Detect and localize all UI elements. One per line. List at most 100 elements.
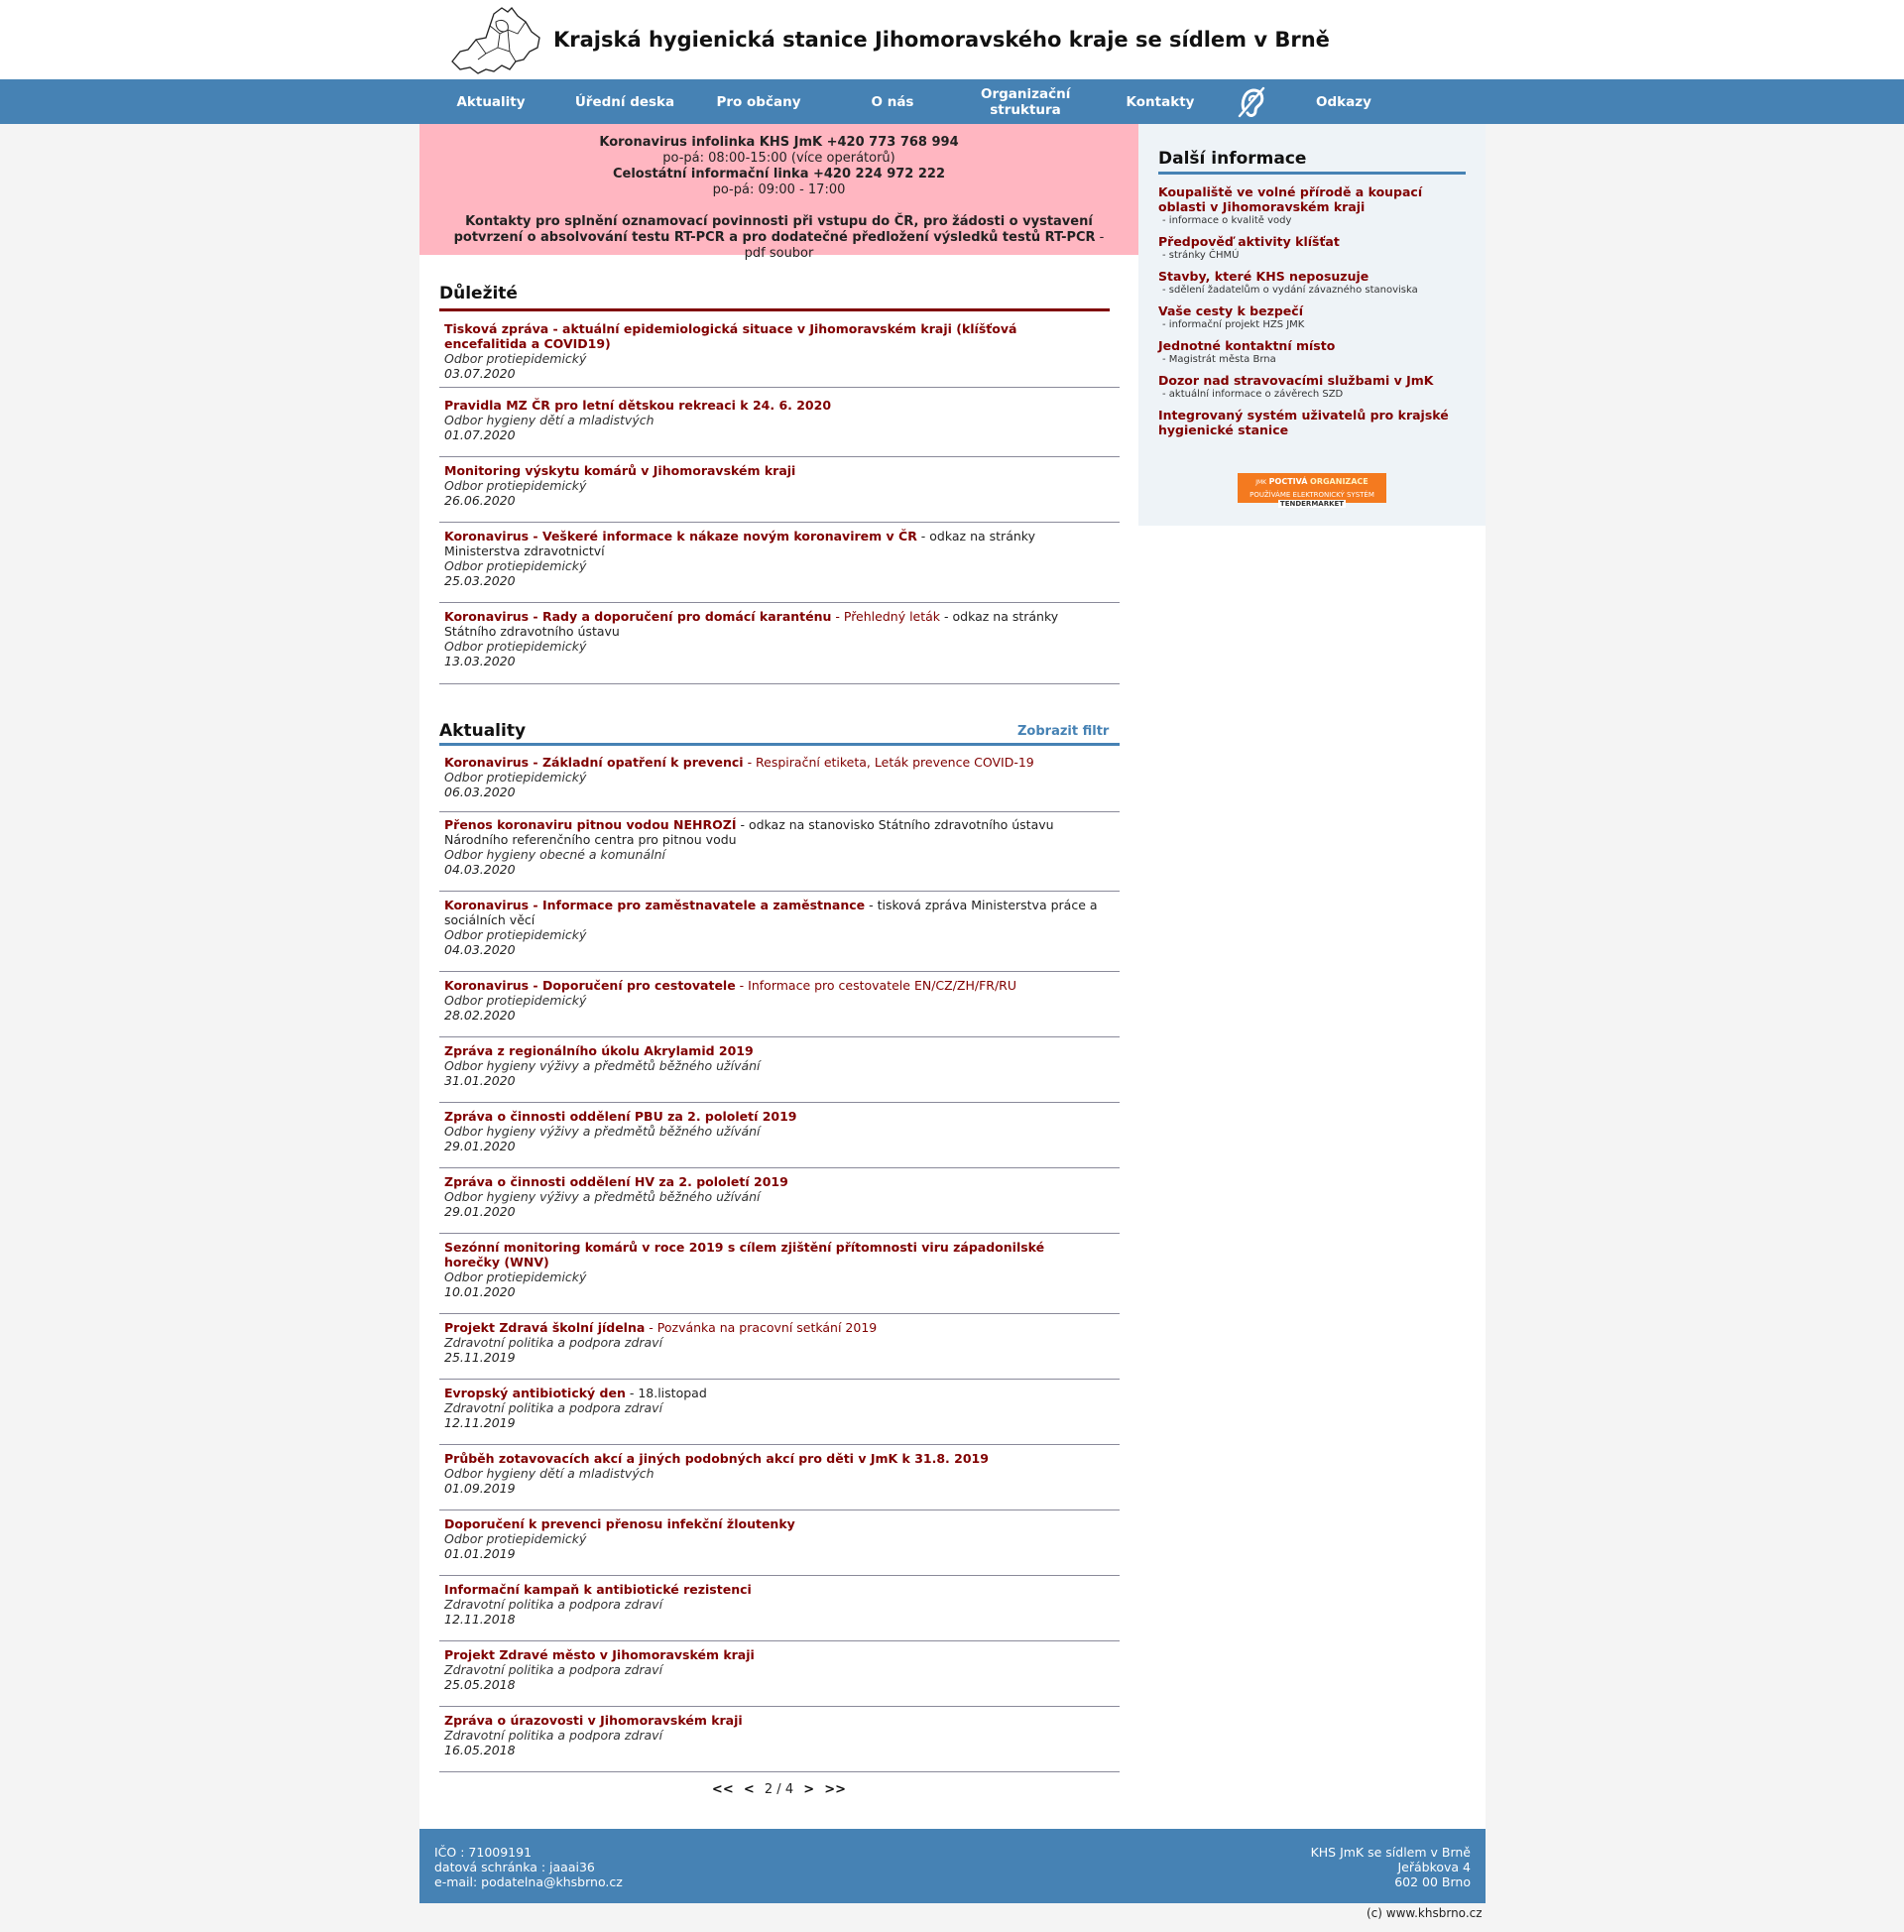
item-title-link[interactable]: Průběh zotavovacích akcí a jiných podobn… — [444, 1451, 989, 1466]
pager-current: 2 / 4 — [764, 1782, 794, 1797]
item-title-link[interactable]: Zpráva z regionálního úkolu Akrylamid 20… — [444, 1043, 754, 1058]
pagination: << < 2 / 4 > >> — [419, 1782, 1138, 1797]
hearing-impaired-icon[interactable] — [1236, 85, 1267, 119]
item-title-link[interactable]: Zpráva o činnosti oddělení PBU za 2. pol… — [444, 1109, 797, 1124]
item-department: Odbor protiepidemický — [444, 993, 587, 1008]
site-title[interactable]: Krajská hygienická stanice Jihomoravskéh… — [553, 28, 1330, 52]
item-department: Zdravotní politika a podpora zdraví — [444, 1597, 663, 1612]
list-item-content: Koronavirus - Rady a doporučení pro domá… — [444, 609, 1099, 668]
nav-aktuality[interactable]: Aktuality — [423, 79, 558, 124]
list-item: Tisková zpráva - aktuální epidemiologick… — [439, 315, 1120, 388]
sidebar-link: Dozor nad stravovacími službami v JmK - a… — [1158, 373, 1466, 402]
sidebar-link: Jednotné kontaktní místo - Magistrát měst… — [1158, 338, 1466, 367]
item-date: 13.03.2020 — [444, 654, 516, 668]
badge-prefix: JMK — [1255, 479, 1267, 486]
list-item: Evropský antibiotický den - 18.listopad Z… — [439, 1380, 1120, 1445]
main-content: Koronavirus infolinka KHS JmK +420 773 7… — [419, 124, 1486, 1829]
nav-uredni-deska[interactable]: Úřední deska — [557, 79, 692, 124]
item-title-link[interactable]: Koronavirus - Doporučení pro cestovatele — [444, 978, 736, 993]
list-item: Projekt Zdravé město v Jihomoravském kra… — [439, 1641, 1120, 1707]
item-title-link[interactable]: Projekt Zdravé město v Jihomoravském kra… — [444, 1647, 755, 1662]
item-title-link[interactable]: Zpráva o činnosti oddělení HV za 2. polo… — [444, 1174, 788, 1189]
sidebar-link-title[interactable]: Integrovaný systém uživatelů pro krajské… — [1158, 408, 1466, 437]
item-date: 29.01.2020 — [444, 1204, 516, 1219]
item-department: Odbor protiepidemický — [444, 478, 587, 493]
item-title-link[interactable]: Koronavirus - Informace pro zaměstnavate… — [444, 898, 865, 912]
item-title-link[interactable]: Pravidla MZ ČR pro letní dětskou rekreac… — [444, 398, 831, 413]
list-item-content: Monitoring výskytu komárů v Jihomoravské… — [444, 463, 1099, 508]
item-title-link[interactable]: Doporučení k prevenci přenosu infekční ž… — [444, 1516, 795, 1531]
item-department: Odbor hygieny výživy a předmětů běžného … — [444, 1058, 761, 1073]
list-item-content: Tisková zpráva - aktuální epidemiologick… — [444, 321, 1099, 381]
show-filter-link[interactable]: Zobrazit filtr — [1017, 724, 1109, 739]
badge-brand: TENDERMARKET — [1277, 500, 1347, 508]
alert-national-hours: po-pá: 09:00 - 17:00 — [712, 182, 846, 197]
nav-kontakty[interactable]: Kontakty — [1093, 79, 1228, 124]
sidebar-link-title[interactable]: Koupaliště ve volné přírodě a koupací ob… — [1158, 184, 1466, 214]
copyright[interactable]: (c) www.khsbrno.cz — [1367, 1906, 1483, 1920]
item-title-link[interactable]: Sezónní monitoring komárů v roce 2019 s … — [444, 1240, 1044, 1269]
region-map-logo[interactable] — [446, 4, 543, 77]
nav-pro-obcany[interactable]: Pro občany — [691, 79, 826, 124]
item-title-link[interactable]: Koronavirus - Veškeré informace k nákaze… — [444, 529, 917, 543]
nav-organizacni-struktura-label: Organizační struktura — [981, 85, 1071, 118]
item-title-link[interactable]: Monitoring výskytu komárů v Jihomoravské… — [444, 463, 795, 478]
footer-city: 602 00 Brno — [1394, 1874, 1471, 1889]
sidebar-link-title[interactable]: Stavby, které KHS neposuzuje — [1158, 269, 1466, 284]
sidebar-link-title[interactable]: Dozor nad stravovacími službami v JmK — [1158, 373, 1466, 388]
list-item-content: Zpráva o úrazovosti v Jihomoravském kraj… — [444, 1713, 1099, 1757]
sidebar-link-title[interactable]: Vaše cesty k bezpečí — [1158, 303, 1466, 318]
nav-o-nas[interactable]: O nás — [825, 79, 960, 124]
sidebar: Další informace Koupaliště ve volné přír… — [1138, 124, 1486, 526]
important-title: Důležité — [439, 284, 518, 303]
item-note: - 18.listopad — [625, 1386, 707, 1400]
item-extra-link[interactable]: - Přehledný leták — [831, 609, 940, 624]
item-title-link[interactable]: Projekt Zdravá školní jídelna — [444, 1320, 645, 1335]
item-department: Zdravotní politika a podpora zdraví — [444, 1662, 663, 1677]
item-date: 12.11.2018 — [444, 1612, 516, 1627]
list-item: Průběh zotavovacích akcí a jiných podobn… — [439, 1445, 1120, 1510]
item-title-link[interactable]: Tisková zpráva - aktuální epidemiologick… — [444, 321, 1016, 351]
nav-odkazy[interactable]: Odkazy — [1276, 79, 1411, 124]
list-item: Projekt Zdravá školní jídelna - Pozvánka… — [439, 1314, 1120, 1380]
item-department: Zdravotní politika a podpora zdraví — [444, 1728, 663, 1743]
pager-first[interactable]: << — [712, 1782, 734, 1797]
list-item: Doporučení k prevenci přenosu infekční ž… — [439, 1510, 1120, 1576]
item-title-link[interactable]: Koronavirus - Základní opatření k preven… — [444, 755, 744, 770]
list-item-content: Průběh zotavovacích akcí a jiných podobn… — [444, 1451, 1099, 1496]
item-extra-link[interactable]: - Pozvánka na pracovní setkání 2019 — [645, 1320, 877, 1335]
item-department: Odbor hygieny výživy a předmětů běžného … — [444, 1124, 761, 1139]
sidebar-link-title[interactable]: Jednotné kontaktní místo — [1158, 338, 1466, 353]
pager-last[interactable]: >> — [824, 1782, 846, 1797]
alert-contacts: Kontakty pro splnění oznamovací povinnos… — [419, 214, 1138, 262]
important-divider — [439, 308, 1110, 311]
sidebar-link-title[interactable]: Předpověď aktivity klíšťat — [1158, 234, 1466, 249]
badge-text2: ORGANIZACE — [1310, 477, 1368, 486]
item-title-link[interactable]: Přenos koronaviru pitnou vodou NEHROZÍ — [444, 817, 736, 832]
pager-prev[interactable]: < — [744, 1782, 755, 1797]
nav-organizacni-struktura[interactable]: Organizační struktura — [958, 79, 1093, 124]
item-department: Odbor protiepidemický — [444, 351, 587, 366]
alert-hotline-hours: po-pá: 08:00-15:00 (více operátorů) — [662, 151, 895, 166]
list-item-content: Koronavirus - Doporučení pro cestovatele… — [444, 978, 1099, 1023]
item-department: Odbor protiepidemický — [444, 558, 587, 573]
footer-email[interactable]: e-mail: podatelna@khsbrno.cz — [434, 1874, 623, 1889]
alert-contacts-link[interactable]: Kontakty pro splnění oznamovací povinnos… — [454, 214, 1096, 245]
item-date: 04.03.2020 — [444, 942, 516, 957]
item-extra-link[interactable]: - Informace pro cestovatele EN/CZ/ZH/FR/… — [736, 978, 1016, 993]
news-divider — [439, 743, 1120, 746]
item-date: 31.01.2020 — [444, 1073, 516, 1088]
list-item-content: Informační kampaň k antibiotické reziste… — [444, 1582, 1099, 1627]
item-title-link[interactable]: Zpráva o úrazovosti v Jihomoravském kraj… — [444, 1713, 743, 1728]
item-title-link[interactable]: Informační kampaň k antibiotické reziste… — [444, 1582, 752, 1597]
item-extra-link[interactable]: - Respirační etiketa, Leták prevence COV… — [744, 755, 1034, 770]
item-title-link[interactable]: Evropský antibiotický den — [444, 1386, 626, 1400]
honest-organization-badge[interactable]: JMK POCTIVÁ ORGANIZACE POUŽÍVÁME ELEKTRO… — [1238, 473, 1386, 508]
sidebar-link: Vaše cesty k bezpečí - informační projekt… — [1158, 303, 1466, 332]
sidebar-link: Integrovaný systém uživatelů pro krajské… — [1158, 408, 1466, 437]
site-footer: IČO : 71009191 datová schránka : jaaai36… — [419, 1829, 1486, 1903]
item-department: Odbor protiepidemický — [444, 927, 587, 942]
item-title-link[interactable]: Koronavirus - Rady a doporučení pro domá… — [444, 609, 831, 624]
pager-next[interactable]: > — [803, 1782, 814, 1797]
badge-text1: POCTIVÁ — [1268, 477, 1308, 486]
